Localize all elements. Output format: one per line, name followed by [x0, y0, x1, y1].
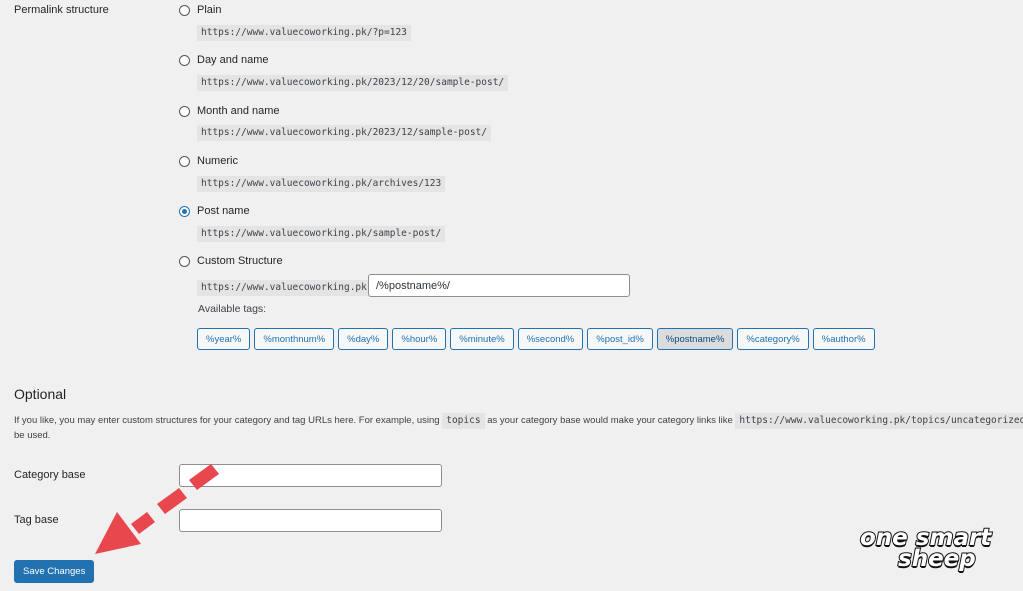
custom-structure-prefix: https://www.valuecoworking.pk	[197, 280, 371, 296]
option-plain-label: Plain	[197, 4, 222, 16]
radio-plain[interactable]	[179, 4, 190, 16]
option-numeric-label: Numeric	[197, 155, 238, 167]
option-custom-structure-label: Custom Structure	[197, 255, 283, 267]
tag-base-label: Tag base	[14, 514, 59, 526]
logo-line-2: sheep	[897, 545, 977, 572]
option-post-name[interactable]: Post name	[179, 205, 250, 217]
option-day-name-label: Day and name	[197, 54, 269, 66]
radio-month-name[interactable]	[179, 105, 190, 117]
optional-description-continued: be used.	[14, 430, 51, 441]
tag-day-button[interactable]: %day%	[338, 328, 389, 350]
tag-category-button[interactable]: %category%	[737, 328, 809, 350]
tag-minute-button[interactable]: %minute%	[450, 328, 514, 350]
available-tags-label: Available tags:	[198, 303, 267, 315]
tag-postname-button[interactable]: %postname%	[656, 328, 734, 350]
tag-monthnum-button[interactable]: %monthnum%	[254, 328, 335, 350]
available-tags-list: %year% %monthnum% %day% %hour% %minute% …	[197, 328, 879, 350]
option-month-name-label: Month and name	[197, 105, 280, 117]
arrow-annotation	[95, 464, 219, 554]
optional-desc-text-2: as your category base would make your ca…	[487, 415, 733, 426]
tag-second-button[interactable]: %second%	[517, 328, 584, 350]
custom-structure-input[interactable]: /%postname%/	[368, 274, 630, 297]
permalink-structure-label: Permalink structure	[14, 4, 109, 16]
option-month-name[interactable]: Month and name	[179, 105, 280, 117]
optional-desc-text-1: If you like, you may enter custom struct…	[14, 415, 440, 426]
radio-post-name[interactable]	[179, 205, 190, 217]
arrow-dash-3	[131, 512, 155, 534]
option-numeric[interactable]: Numeric	[179, 155, 238, 167]
save-changes-button[interactable]: Save Changes	[14, 560, 95, 583]
radio-day-name[interactable]	[179, 54, 190, 66]
arrow-dash-1	[189, 464, 219, 490]
tag-author-button[interactable]: %author%	[812, 328, 875, 350]
arrow-head	[95, 512, 141, 554]
radio-numeric[interactable]	[179, 155, 190, 167]
optional-description: If you like, you may enter custom struct…	[14, 413, 1023, 429]
option-plain-example: https://www.valuecoworking.pk/?p=123	[197, 25, 411, 41]
tag-post-id-button[interactable]: %post_id%	[587, 328, 653, 350]
one-smart-sheep-logo: one smart sheep	[859, 526, 1010, 572]
arrow-dash-2	[157, 488, 187, 514]
option-post-name-example: https://www.valuecoworking.pk/sample-pos…	[197, 226, 446, 242]
optional-desc-code-url: https://www.valuecoworking.pk/topics/unc…	[735, 413, 1023, 429]
option-plain[interactable]: Plain	[179, 4, 221, 16]
category-base-label: Category base	[14, 469, 86, 481]
option-custom-structure[interactable]: Custom Structure	[179, 255, 283, 267]
option-numeric-example: https://www.valuecoworking.pk/archives/1…	[197, 176, 446, 192]
option-day-name[interactable]: Day and name	[179, 54, 269, 66]
optional-section-title: Optional	[14, 386, 67, 402]
option-month-name-example: https://www.valuecoworking.pk/2023/12/sa…	[197, 125, 491, 141]
custom-structure-value: /%postname%/	[376, 279, 450, 292]
optional-desc-code-topics: topics	[442, 413, 485, 429]
tag-hour-button[interactable]: %hour%	[392, 328, 447, 350]
option-day-name-example: https://www.valuecoworking.pk/2023/12/20…	[197, 75, 509, 91]
tag-year-button[interactable]: %year%	[197, 328, 251, 350]
option-post-name-label: Post name	[197, 205, 250, 217]
radio-custom-structure[interactable]	[179, 255, 190, 267]
